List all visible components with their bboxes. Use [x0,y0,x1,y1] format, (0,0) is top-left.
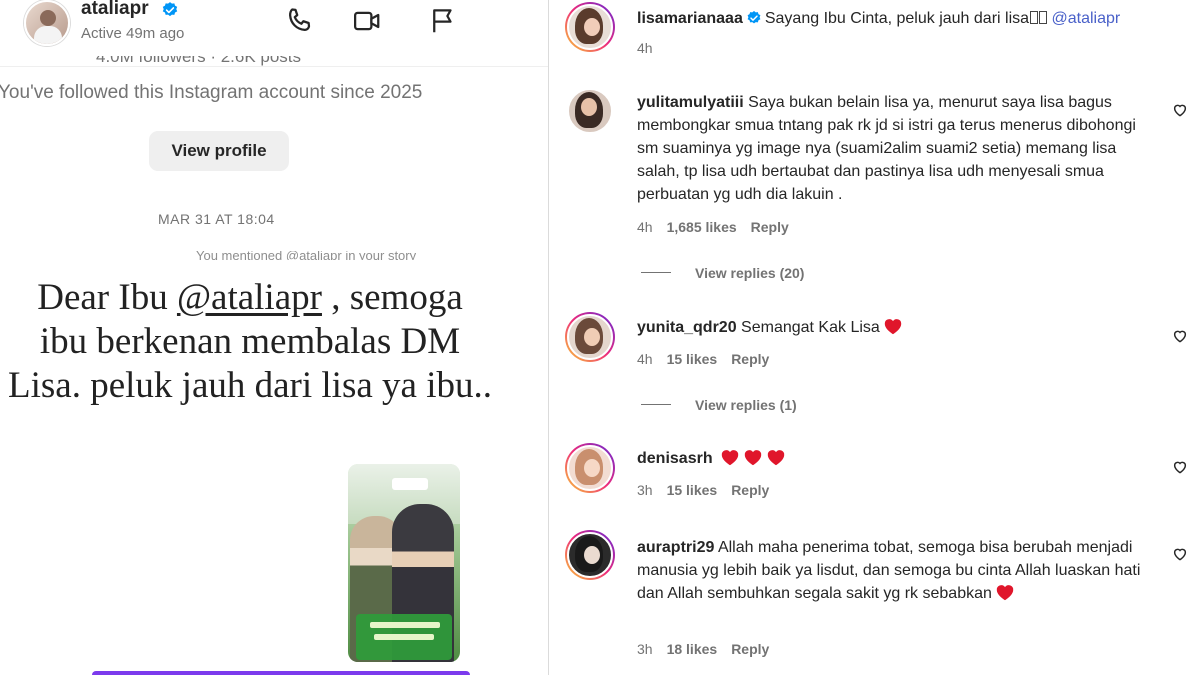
view-profile-button[interactable]: View profile [149,131,289,171]
story-thumbnail[interactable] [348,464,460,662]
like-heart-icon[interactable] [1172,459,1188,475]
comment-username[interactable]: lisamarianaaa [637,10,743,27]
like-heart-icon[interactable] [1172,102,1188,118]
followed-since-text: You've followed this Instagram account s… [0,82,423,103]
comment-likes[interactable]: 15 likes [667,482,718,498]
caption-prefix: Dear Ibu [37,277,177,318]
comment-text: Semangat Kak Lisa [741,319,880,336]
caption-rest-line1: , semoga [321,277,463,318]
caption-rest: ibu berkenan membalas DM Lisa. peluk jau… [8,321,492,406]
view-replies-button[interactable]: View replies (1) [641,397,797,413]
verified-icon [162,2,178,17]
red-heart-emoji [996,585,1014,601]
avatar[interactable] [567,88,613,134]
comment-username[interactable]: auraptri29 [637,539,714,556]
verified-icon [747,11,761,24]
red-heart-emoji [884,319,901,335]
comment-username[interactable]: denisasrh [637,450,713,467]
message-bubble[interactable] [92,671,470,675]
comment-likes[interactable]: 1,685 likes [667,219,737,235]
dm-header: ataliapr Active 49m ago [0,0,548,56]
red-heart-emoji [767,450,785,466]
reply-button[interactable]: Reply [731,482,769,498]
reply-button[interactable]: Reply [731,641,769,657]
comment-time: 3h [637,482,653,498]
avatar[interactable] [565,2,615,52]
avatar[interactable] [565,443,615,493]
comment-likes[interactable]: 15 likes [667,351,718,367]
caption-mention[interactable]: @ataliapr [177,277,322,318]
mention-note: You mentioned @ataliapr in your story [196,251,417,260]
comment-time: 4h [637,351,653,367]
avatar[interactable] [565,312,615,362]
comment-text: Sayang Ibu Cinta, peluk jauh dari lisa [764,10,1030,27]
reply-button[interactable]: Reply [751,219,789,235]
avatar[interactable] [24,0,70,46]
comment-mention[interactable]: @ataliapr [1051,10,1120,27]
red-heart-emoji [744,450,762,466]
flag-icon[interactable] [428,6,458,36]
comment-likes[interactable]: 18 likes [667,641,718,657]
story-caption: Dear Ibu @ataliapr , semoga ibu berkenan… [0,276,500,408]
dm-panel: ataliapr Active 49m ago 4.0M followers ·… [0,0,548,675]
comment-username[interactable]: yunita_qdr20 [637,319,737,336]
followers-count: 4.0M followers · 2.6K posts [96,56,302,66]
avatar[interactable] [565,530,615,580]
red-heart-emoji [721,450,739,466]
comment-time: 3h [637,641,653,657]
video-icon[interactable] [352,6,382,36]
comments-panel: lisamarianaaa Sayang Ibu Cinta, peluk jau… [549,0,1200,675]
view-replies-button[interactable]: View replies (20) [641,265,804,281]
like-heart-icon[interactable] [1172,328,1188,344]
comment-username[interactable]: yulitamulyatiii [637,94,744,111]
comment-time: 4h [637,40,653,56]
active-status: Active 49m ago [81,25,185,42]
like-heart-icon[interactable] [1172,546,1188,562]
comment-time: 4h [637,219,653,235]
dm-username[interactable]: ataliapr [81,0,149,20]
message-timestamp: MAR 31 AT 18:04 [158,211,275,227]
reply-button[interactable]: Reply [731,351,769,367]
phone-icon[interactable] [284,6,314,36]
